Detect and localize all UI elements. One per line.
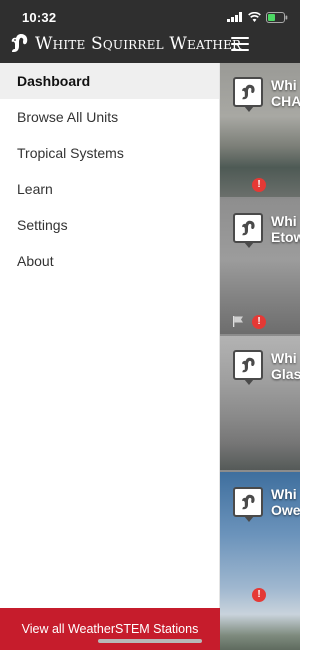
- status-time: 10:32: [22, 10, 57, 25]
- app-header: White Squirrel Weather: [0, 26, 300, 63]
- station-card[interactable]: Whi CHA !: [220, 63, 300, 197]
- squirrel-badge-icon: [233, 213, 263, 248]
- station-list: Whi CHA ! Whi Etow ! Whi Glas Whi Owe !: [220, 63, 300, 650]
- squirrel-badge-icon: [233, 350, 263, 385]
- flag-icon: [233, 316, 243, 327]
- squirrel-badge-icon: [233, 487, 263, 522]
- station-title: Whi Owe: [271, 486, 300, 518]
- wifi-icon: [248, 12, 261, 22]
- squirrel-logo-icon: [11, 34, 28, 52]
- squirrel-badge-icon: [233, 77, 263, 112]
- battery-icon: [266, 11, 288, 23]
- app-title: White Squirrel Weather: [35, 34, 242, 54]
- alert-icon: !: [252, 588, 266, 602]
- home-indicator: [98, 639, 202, 643]
- signal-icon: [227, 12, 242, 22]
- drawer-item-settings[interactable]: Settings: [0, 207, 219, 243]
- drawer-item-browse-all-units[interactable]: Browse All Units: [0, 99, 219, 135]
- alert-icon: !: [252, 178, 266, 192]
- view-all-stations-button[interactable]: View all WeatherSTEM Stations: [0, 608, 220, 650]
- drawer-item-dashboard[interactable]: Dashboard: [0, 63, 219, 99]
- drawer-item-about[interactable]: About: [0, 243, 219, 279]
- drawer-item-tropical-systems[interactable]: Tropical Systems: [0, 135, 219, 171]
- station-title: Whi CHA: [271, 77, 300, 109]
- hamburger-menu-icon[interactable]: [231, 37, 249, 51]
- station-title: Whi Glas: [271, 350, 300, 382]
- drawer-item-learn[interactable]: Learn: [0, 171, 219, 207]
- status-bar: 10:32: [0, 0, 300, 26]
- station-title: Whi Etow: [271, 213, 300, 245]
- station-card[interactable]: Whi Owe !: [220, 472, 300, 650]
- station-card[interactable]: Whi Etow !: [220, 199, 300, 334]
- alert-icon: !: [252, 315, 266, 329]
- navigation-drawer: Dashboard Browse All Units Tropical Syst…: [0, 63, 220, 650]
- status-icons: [227, 11, 288, 23]
- station-card[interactable]: Whi Glas: [220, 336, 300, 470]
